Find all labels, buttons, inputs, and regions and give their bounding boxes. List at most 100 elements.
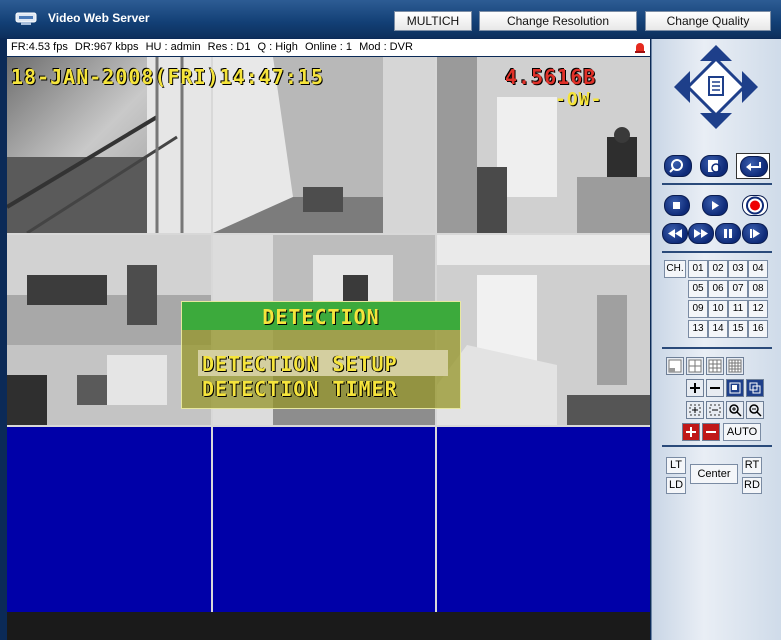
ptz-left-top-button[interactable]: LT	[666, 457, 686, 474]
swap-view-icon	[749, 382, 761, 394]
ptz-right-down-button[interactable]: RD	[742, 477, 762, 494]
resolution: Res : D1	[207, 41, 251, 53]
focus-far-button[interactable]	[706, 401, 724, 419]
pip-button[interactable]	[726, 379, 744, 397]
layout-quad-button[interactable]	[686, 357, 704, 375]
divider	[662, 445, 772, 447]
return-icon-bg	[740, 156, 768, 177]
grid-line	[7, 233, 650, 235]
fast-forward-icon	[694, 229, 708, 238]
channel-button-03[interactable]: 03	[728, 260, 748, 278]
return-button[interactable]	[736, 153, 770, 179]
search-list-button[interactable]	[700, 155, 728, 177]
channel-button-11[interactable]: 11	[728, 300, 748, 318]
divider	[662, 251, 772, 253]
online-count: Online : 1	[304, 41, 353, 53]
channel-label: CH.	[664, 260, 686, 278]
zoom-in-button[interactable]	[726, 401, 744, 419]
layout-nine-button[interactable]	[706, 357, 724, 375]
stop-icon	[673, 202, 680, 209]
record-button[interactable]	[742, 195, 768, 216]
data-rate: DR:967 kbps	[74, 41, 139, 53]
layout-nine-icon	[708, 359, 722, 373]
ptz-right-top-button[interactable]: RT	[742, 457, 762, 474]
red-minus-icon	[706, 431, 716, 433]
channel-button-14[interactable]: 14	[708, 320, 728, 338]
step-forward-button[interactable]	[742, 223, 768, 244]
red-plus-icon	[686, 427, 696, 437]
osd-mode: -OW-	[555, 89, 603, 110]
rewind-button[interactable]	[662, 223, 688, 244]
play-icon	[712, 201, 719, 210]
dvr-icon	[15, 12, 37, 25]
status-bar: FR:4.53 fps DR:967 kbps HU : admin Res :…	[7, 39, 650, 56]
zoom-plus-button[interactable]	[686, 379, 704, 397]
channel-button-07[interactable]: 07	[728, 280, 748, 298]
ptz-center-button[interactable]: Center	[690, 464, 738, 484]
layout-single-button[interactable]	[666, 357, 684, 375]
control-panel: CH. AUTO LT LD Center RT RD 01 02 03 04 …	[651, 39, 781, 640]
step-forward-icon	[750, 229, 760, 238]
channel-button-01[interactable]: 01	[688, 260, 708, 278]
mode: Mod : DVR	[359, 41, 413, 53]
fast-forward-button[interactable]	[688, 223, 714, 244]
channel-button-12[interactable]: 12	[748, 300, 768, 318]
iris-close-button[interactable]	[702, 423, 720, 441]
channel-button-15[interactable]: 15	[728, 320, 748, 338]
zoom-in-icon	[729, 404, 742, 417]
change-resolution-button[interactable]: Change Resolution	[479, 11, 637, 31]
divider	[662, 183, 772, 185]
menu-item-detection-timer[interactable]: DETECTION TIMER	[202, 377, 398, 401]
osd-timestamp: 18-JAN-2008(FRI)14:47:15	[11, 65, 324, 89]
zoom-out-icon	[749, 404, 762, 417]
menu-item-detection-setup[interactable]: DETECTION SETUP	[202, 352, 398, 376]
change-quality-button[interactable]: Change Quality	[645, 11, 771, 31]
search-list-icon	[708, 160, 721, 173]
video-view[interactable]: 18-JAN-2008(FRI)14:47:15 4.5616B -OW- DE…	[7, 57, 650, 612]
channel-button-06[interactable]: 06	[708, 280, 728, 298]
channel-button-10[interactable]: 10	[708, 300, 728, 318]
app-title: Video Web Server	[48, 11, 150, 25]
channel-button-05[interactable]: 05	[688, 280, 708, 298]
focus-near-button[interactable]	[686, 401, 704, 419]
pause-button[interactable]	[715, 223, 741, 244]
layout-sixteen-icon	[728, 359, 742, 373]
zoom-minus-button[interactable]	[706, 379, 724, 397]
channel-button-02[interactable]: 02	[708, 260, 728, 278]
search-icon	[669, 159, 683, 173]
zoom-out-button[interactable]	[746, 401, 764, 419]
plus-icon	[690, 383, 700, 393]
swap-view-button[interactable]	[746, 379, 764, 397]
detection-menu-title: DETECTION	[262, 305, 380, 329]
minus-icon	[710, 387, 720, 389]
channel-button-04[interactable]: 04	[748, 260, 768, 278]
bottom-bar	[7, 612, 650, 640]
stop-button[interactable]	[664, 195, 690, 216]
camera-cell-6[interactable]	[437, 235, 650, 425]
channel-button-13[interactable]: 13	[688, 320, 708, 338]
layout-single-icon	[668, 359, 682, 373]
ptz-left-down-button[interactable]: LD	[666, 477, 686, 494]
play-button[interactable]	[702, 195, 728, 216]
channel-button-09[interactable]: 09	[688, 300, 708, 318]
alarm-siren-icon	[635, 43, 645, 53]
channel-button-16[interactable]: 16	[748, 320, 768, 338]
camera-image-6	[437, 235, 650, 425]
pause-icon	[724, 229, 732, 238]
quality: Q : High	[257, 41, 298, 53]
search-button[interactable]	[664, 155, 692, 177]
frame-rate: FR:4.53 fps	[11, 41, 68, 53]
detection-menu: DETECTION DETECTION SETUP DETECTION TIME…	[181, 301, 461, 409]
focus-far-icon	[709, 404, 721, 416]
iris-open-button[interactable]	[682, 423, 700, 441]
record-icon	[746, 196, 764, 215]
layout-sixteen-button[interactable]	[726, 357, 744, 375]
channel-button-08[interactable]: 08	[748, 280, 768, 298]
enter-arrow-icon	[746, 162, 761, 171]
osd-disk-space: 4.5616B	[505, 65, 597, 89]
focus-near-icon	[689, 404, 701, 416]
title-bar: Video Web Server MULTICH Change Resoluti…	[0, 0, 781, 38]
direction-pad[interactable]	[674, 45, 758, 129]
multich-button[interactable]: MULTICH	[394, 11, 472, 31]
auto-button[interactable]: AUTO	[723, 423, 761, 441]
